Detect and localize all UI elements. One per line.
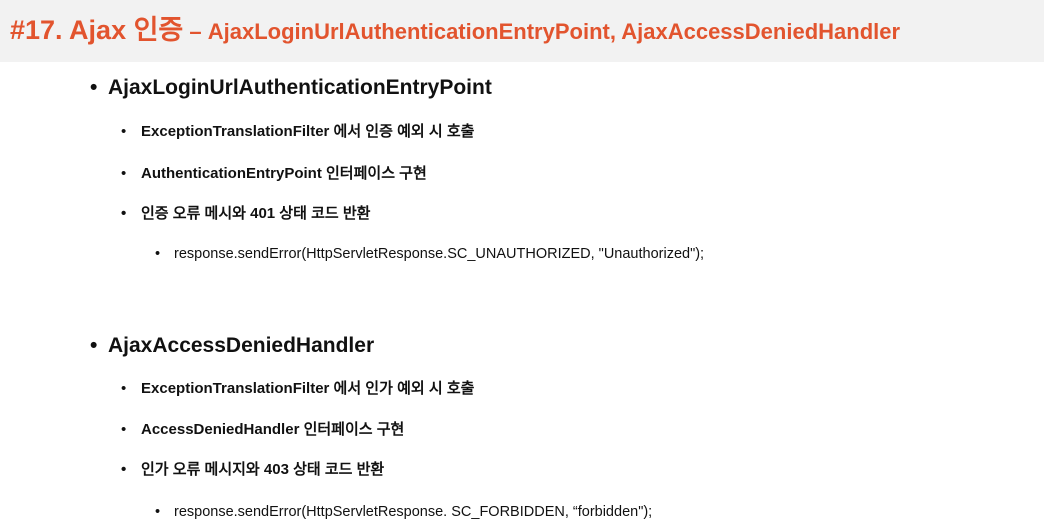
- bullet: •: [121, 421, 127, 438]
- section1-code: response.sendError(HttpServletResponse.S…: [174, 246, 705, 262]
- bullet: •: [121, 461, 127, 478]
- section1-item1-text: 에서 인증 예외 시 호출: [329, 123, 475, 140]
- bullet: •: [155, 504, 161, 520]
- section1-item3-text: 인증 오류 메시와 401 상태 코드 반환: [141, 205, 371, 222]
- section1-item2: • AuthenticationEntryPoint 인터페이스 구현: [121, 165, 427, 183]
- slide-title-sub: – AjaxLoginUrlAuthenticationEntryPoint, …: [183, 19, 901, 44]
- slide-title: #17. Ajax 인증 – AjaxLoginUrlAuthenticatio…: [10, 12, 900, 44]
- section2-item2: • AccessDeniedHandler 인터페이스 구현: [121, 421, 404, 439]
- bullet: •: [90, 334, 98, 357]
- bullet: •: [121, 165, 127, 182]
- bullet: •: [155, 246, 161, 262]
- section1-code-item: • response.sendError(HttpServletResponse.…: [155, 246, 704, 263]
- section1-item1: • ExceptionTranslationFilter 에서 인증 예외 시 호…: [121, 123, 474, 141]
- section2-item1-class: ExceptionTranslationFilter: [141, 380, 330, 397]
- section1-item2-class: AuthenticationEntryPoint: [141, 165, 322, 182]
- section2-heading-item: • AjaxAccessDeniedHandler: [90, 333, 374, 358]
- section1-item3: • 인증 오류 메시와 401 상태 코드 반환: [121, 205, 370, 223]
- bullet: •: [121, 205, 127, 222]
- section2-item1: • ExceptionTranslationFilter 에서 인가 예외 시 호…: [121, 380, 474, 398]
- bullet: •: [121, 380, 127, 397]
- slide-title-main: #17. Ajax 인증: [10, 15, 184, 45]
- section2-code-item: • response.sendError(HttpServletResponse.…: [155, 504, 652, 521]
- bullet: •: [121, 123, 127, 140]
- section1-item2-text: 인터페이스 구현: [321, 165, 427, 182]
- slide: #17. Ajax 인증 – AjaxLoginUrlAuthenticatio…: [0, 0, 1044, 530]
- section1-heading: AjaxLoginUrlAuthenticationEntryPoint: [108, 76, 492, 99]
- section1-heading-item: • AjaxLoginUrlAuthenticationEntryPoint: [90, 75, 492, 100]
- section2-item1-text: 에서 인가 예외 시 호출: [329, 380, 475, 397]
- title-bar: #17. Ajax 인증 – AjaxLoginUrlAuthenticatio…: [0, 0, 1044, 62]
- section2-item3-text: 인가 오류 메시지와 403 상태 코드 반환: [141, 461, 385, 478]
- section2-heading: AjaxAccessDeniedHandler: [108, 334, 375, 357]
- bullet: •: [90, 76, 98, 99]
- section2-item2-class: AccessDeniedHandler: [141, 421, 300, 438]
- section1-item1-class: ExceptionTranslationFilter: [141, 123, 330, 140]
- section2-item2-text: 인터페이스 구현: [299, 421, 405, 438]
- section2-item3: • 인가 오류 메시지와 403 상태 코드 반환: [121, 461, 384, 479]
- section2-code: response.sendError(HttpServletResponse. …: [174, 504, 653, 520]
